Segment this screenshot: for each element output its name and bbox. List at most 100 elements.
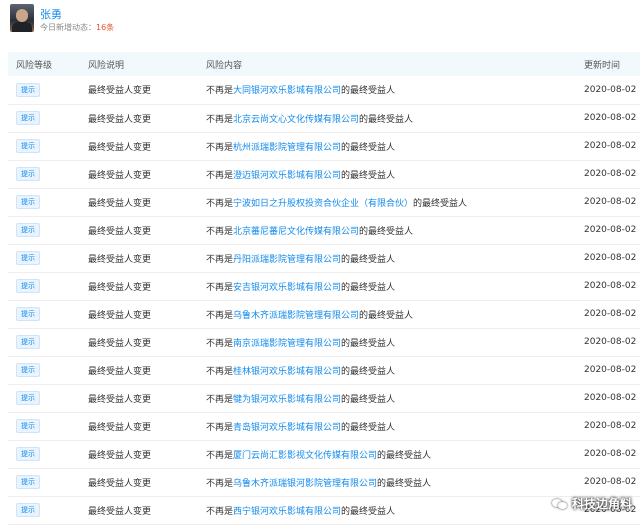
update-time: 2020-08-02 (584, 197, 637, 207)
update-time: 2020-08-02 (584, 365, 637, 375)
table-header-row: 风险等级 风险说明 风险内容 更新时间 (8, 52, 640, 76)
company-link[interactable]: 杭州派瑞影院管理有限公司 (233, 143, 341, 153)
risk-description: 最终受益人变更 (88, 198, 152, 209)
table-row: 提示 最终受益人变更 不再是丹阳派瑞影院管理有限公司的最终受益人 2020-08-02 (8, 244, 640, 272)
risk-description: 最终受益人变更 (88, 310, 152, 321)
table-row: 提示 最终受益人变更 不再是厦门云尚汇影影视文化传媒有限公司的最终受益人 2020-0… (8, 440, 640, 468)
risk-description: 最终受益人变更 (88, 338, 152, 349)
table-row: 提示 最终受益人变更 不再是宁波如日之升股权投资合伙企业（有限合伙）的最终受益人 20… (8, 188, 640, 216)
risk-content: 不再是厦门云尚汇影影视文化传媒有限公司的最终受益人 (198, 440, 584, 468)
risk-description: 最终受益人变更 (88, 142, 152, 153)
risk-level-tag: 提示 (16, 419, 40, 433)
company-link[interactable]: 乌鲁木齐派瑞银河影院管理有限公司 (233, 479, 377, 489)
risk-level-cell: 提示 (8, 188, 80, 216)
today-updates-label: 今日新增动态： (40, 23, 96, 32)
table-row: 提示 最终受益人变更 不再是大同银河欢乐影城有限公司的最终受益人 2020-08-02 (8, 76, 640, 104)
risk-level-tag: 提示 (16, 279, 40, 293)
update-time: 2020-08-02 (584, 113, 637, 123)
company-link[interactable]: 桂林银河欢乐影城有限公司 (233, 367, 341, 377)
risk-level-tag: 提示 (16, 195, 40, 209)
company-link[interactable]: 厦门云尚汇影影视文化传媒有限公司 (233, 451, 377, 461)
risk-description: 最终受益人变更 (88, 170, 152, 181)
company-link[interactable]: 安吉银河欢乐影城有限公司 (233, 283, 341, 293)
table-row: 提示 最终受益人变更 不再是安吉银河欢乐影城有限公司的最终受益人 2020-08-02 (8, 272, 640, 300)
company-link[interactable]: 澄迈银河欢乐影城有限公司 (233, 171, 341, 181)
update-time: 2020-08-02 (584, 225, 637, 235)
risk-level-cell: 提示 (8, 216, 80, 244)
risk-content-prefix: 不再是 (206, 394, 234, 405)
company-link[interactable]: 丹阳派瑞影院管理有限公司 (233, 255, 341, 265)
table-row: 提示 最终受益人变更 不再是乌鲁木齐派瑞银河影院管理有限公司的最终受益人 2020-0… (8, 468, 640, 496)
risk-content: 不再是西宁银河欢乐影城有限公司的最终受益人 (198, 496, 584, 524)
risk-level-tag: 提示 (16, 82, 40, 97)
table-row: 提示 最终受益人变更 不再是乌鲁木齐派瑞影院管理有限公司的最终受益人 2020-08-… (8, 300, 640, 328)
table-row: 提示 最终受益人变更 不再是澄迈银河欢乐影城有限公司的最终受益人 2020-08-02 (8, 160, 640, 188)
today-updates: 今日新增动态：16条 (40, 22, 114, 33)
risk-level-tag: 提示 (16, 447, 40, 461)
risk-content-suffix: 的最终受益人 (341, 254, 396, 265)
risk-content: 不再是杭州派瑞影院管理有限公司的最终受益人 (198, 132, 584, 160)
risk-level-tag: 提示 (16, 335, 40, 349)
risk-content: 不再是桂林银河欢乐影城有限公司的最终受益人 (198, 356, 584, 384)
risk-content-prefix: 不再是 (206, 506, 234, 517)
risk-content-suffix: 的最终受益人 (341, 170, 396, 181)
risk-level-cell: 提示 (8, 76, 80, 104)
update-time: 2020-08-02 (584, 477, 637, 487)
watermark: 科技边角料 (551, 495, 632, 512)
company-link[interactable]: 乌鲁木齐派瑞影院管理有限公司 (233, 311, 359, 321)
header-risk-level: 风险等级 (16, 60, 53, 71)
avatar[interactable] (10, 4, 34, 32)
company-link[interactable]: 南京派瑞影院管理有限公司 (233, 339, 341, 349)
company-link[interactable]: 北京蕃尼蕃尼文化传媒有限公司 (233, 227, 359, 237)
risk-description: 最终受益人变更 (88, 226, 152, 237)
risk-level-cell: 提示 (8, 468, 80, 496)
risk-table: 风险等级 风险说明 风险内容 更新时间 提示 最终受益人变更 不再是大同银河欢乐影城… (8, 52, 640, 525)
risk-content-suffix: 的最终受益人 (341, 366, 396, 377)
risk-description: 最终受益人变更 (88, 86, 152, 97)
person-name[interactable]: 张勇 (40, 6, 62, 22)
table-row: 提示 最终受益人变更 不再是西宁银河欢乐影城有限公司的最终受益人 2020-08-02 (8, 496, 640, 524)
update-time: 2020-08-02 (584, 84, 637, 95)
risk-level-cell: 提示 (8, 272, 80, 300)
table-row: 提示 最终受益人变更 不再是桂林银河欢乐影城有限公司的最终受益人 2020-08-02 (8, 356, 640, 384)
risk-level-tag: 提示 (16, 223, 40, 237)
risk-level-tag: 提示 (16, 363, 40, 377)
risk-level-cell: 提示 (8, 440, 80, 468)
risk-content-prefix: 不再是 (206, 282, 234, 293)
risk-level-cell: 提示 (8, 104, 80, 132)
company-link[interactable]: 宁波如日之升股权投资合伙企业（有限合伙） (233, 199, 413, 209)
risk-content-suffix: 的最终受益人 (359, 310, 414, 321)
header-risk-description: 风险说明 (88, 60, 125, 71)
risk-content-suffix: 的最终受益人 (341, 506, 396, 517)
update-time: 2020-08-02 (584, 253, 637, 263)
company-link[interactable]: 犍为银河欢乐影城有限公司 (233, 395, 341, 405)
company-link[interactable]: 北京云尚文心文化传媒有限公司 (233, 115, 359, 125)
risk-content-prefix: 不再是 (206, 478, 234, 489)
risk-content-prefix: 不再是 (206, 226, 234, 237)
wechat-icon (551, 498, 568, 510)
table-row: 提示 最终受益人变更 不再是杭州派瑞影院管理有限公司的最终受益人 2020-08-02 (8, 132, 640, 160)
company-link[interactable]: 青岛银河欢乐影城有限公司 (233, 423, 341, 433)
risk-level-tag: 提示 (16, 139, 40, 153)
risk-level-cell: 提示 (8, 300, 80, 328)
risk-level-cell: 提示 (8, 496, 80, 524)
risk-content-suffix: 的最终受益人 (359, 114, 414, 125)
update-time: 2020-08-02 (584, 141, 637, 151)
risk-content-prefix: 不再是 (206, 310, 234, 321)
company-link[interactable]: 西宁银河欢乐影城有限公司 (233, 507, 341, 517)
risk-content: 不再是大同银河欢乐影城有限公司的最终受益人 (198, 76, 584, 104)
update-time: 2020-08-02 (584, 169, 637, 179)
risk-description: 最终受益人变更 (88, 450, 152, 461)
update-time: 2020-08-02 (584, 309, 637, 319)
company-link[interactable]: 大同银河欢乐影城有限公司 (233, 86, 341, 96)
risk-content-suffix: 的最终受益人 (341, 422, 396, 433)
risk-content: 不再是南京派瑞影院管理有限公司的最终受益人 (198, 328, 584, 356)
risk-content: 不再是澄迈银河欢乐影城有限公司的最终受益人 (198, 160, 584, 188)
risk-content: 不再是乌鲁木齐派瑞影院管理有限公司的最终受益人 (198, 300, 584, 328)
risk-level-tag: 提示 (16, 503, 40, 517)
table-row: 提示 最终受益人变更 不再是北京蕃尼蕃尼文化传媒有限公司的最终受益人 2020-08-… (8, 216, 640, 244)
risk-content-prefix: 不再是 (206, 142, 234, 153)
risk-content-prefix: 不再是 (206, 450, 234, 461)
risk-content: 不再是乌鲁木齐派瑞银河影院管理有限公司的最终受益人 (198, 468, 584, 496)
header-update-time: 更新时间 (584, 60, 621, 71)
